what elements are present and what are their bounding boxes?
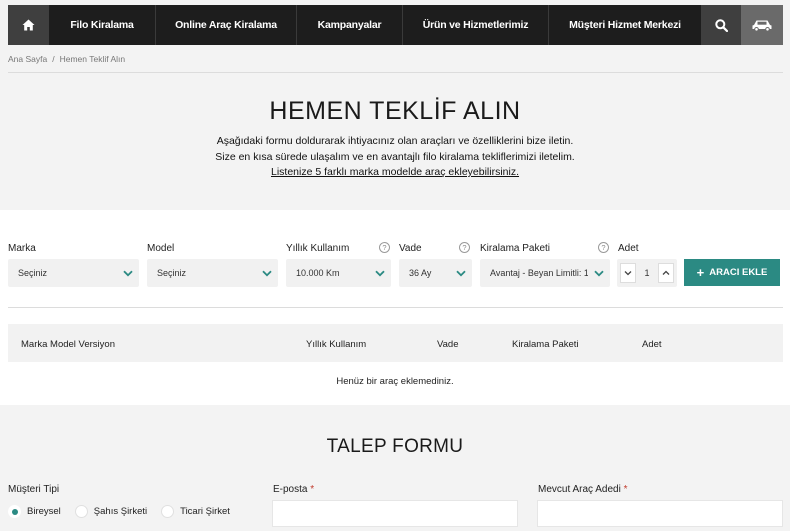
search-button[interactable]: [701, 5, 741, 45]
column-header-quantity: Adet: [642, 339, 662, 350]
usage-label: Yıllık Kullanım: [286, 243, 350, 254]
radio-bireysel[interactable]: Bireysel: [8, 505, 61, 518]
add-vehicle-button-label: ARACI EKLE: [709, 267, 768, 278]
brand-label: Marka: [8, 243, 36, 254]
breadcrumb-separator: /: [52, 54, 55, 64]
brand-select-value: Seçiniz: [18, 268, 48, 278]
empty-table-message: Henüz bir araç eklemediniz.: [336, 376, 454, 387]
nav-item-online-arac-kiralama[interactable]: Online Araç Kiralama: [156, 5, 297, 45]
breadcrumb: Ana Sayfa / Hemen Teklif Alın: [8, 54, 125, 64]
home-button[interactable]: [8, 5, 49, 45]
package-label: Kiralama Paketi: [480, 243, 551, 254]
chevron-down-icon: [624, 271, 632, 276]
search-icon: [714, 18, 728, 32]
nav-item-filo-kiralama[interactable]: Filo Kiralama: [49, 5, 156, 45]
page-description: Aşağıdaki formu doldurarak ihtiyacınız o…: [0, 134, 790, 181]
package-help-icon[interactable]: ?: [598, 242, 609, 253]
column-header-usage: Yıllık Kullanım: [306, 339, 367, 350]
usage-select[interactable]: 10.000 Km: [286, 259, 391, 287]
term-select-value: 36 Ay: [409, 268, 432, 278]
fleet-size-label: Mevcut Araç Adedi *: [538, 484, 628, 495]
car-button[interactable]: [741, 5, 783, 45]
quantity-label: Adet: [618, 243, 639, 254]
radio-ticari-sirket[interactable]: Ticari Şirket: [161, 505, 230, 518]
request-form-title: TALEP FORMU: [326, 436, 464, 457]
breadcrumb-home-link[interactable]: Ana Sayfa: [8, 54, 47, 64]
radio-indicator[interactable]: [161, 505, 175, 518]
car-icon: [752, 20, 772, 32]
email-label: E-posta *: [273, 484, 314, 495]
email-field[interactable]: [272, 500, 518, 527]
radio-label: Bireysel: [27, 506, 61, 517]
radio-label: Ticari Şirket: [180, 506, 230, 517]
nav-item-kampanyalar[interactable]: Kampanyalar: [297, 5, 403, 45]
package-select-value: Avantaj - Beyan Limitli: 1: [490, 268, 588, 278]
usage-select-value: 10.000 Km: [296, 268, 340, 278]
package-select[interactable]: Avantaj - Beyan Limitli: 1: [480, 259, 610, 287]
radio-indicator[interactable]: [8, 505, 21, 518]
email-label-text: E-posta: [273, 484, 308, 495]
term-label: Vade: [399, 243, 422, 254]
add-vehicle-button[interactable]: + ARACI EKLE: [684, 259, 780, 286]
model-select-value: Seçiniz: [157, 268, 187, 278]
divider: [8, 72, 783, 73]
breadcrumb-current: Hemen Teklif Alın: [59, 54, 126, 64]
column-header-term: Vade: [437, 339, 459, 350]
chevron-down-icon: [588, 259, 610, 287]
radio-label: Şahıs Şirketi: [93, 506, 148, 517]
radio-indicator[interactable]: [74, 505, 88, 518]
brand-select[interactable]: Seçiniz: [8, 259, 139, 287]
required-mark: *: [310, 484, 315, 495]
model-label: Model: [147, 243, 175, 254]
quantity-decrease-button[interactable]: [620, 263, 636, 283]
term-select[interactable]: 36 Ay: [399, 259, 472, 287]
fleet-size-field[interactable]: [537, 500, 783, 527]
customer-type-label: Müşteri Tipi: [8, 484, 60, 495]
radio-sahis-sirketi[interactable]: Şahıs Şirketi: [74, 505, 148, 518]
nav-item-urun-ve-hizmetlerimiz[interactable]: Ürün ve Hizmetlerimiz: [403, 5, 549, 45]
chevron-down-icon: [369, 259, 391, 287]
chevron-up-icon: [662, 270, 670, 275]
home-icon: [22, 19, 35, 31]
nav-item-musteri-hizmet-merkezi[interactable]: Müşteri Hizmet Merkezi: [549, 5, 701, 45]
description-line-1: Aşağıdaki formu doldurarak ihtiyacınız o…: [216, 135, 574, 147]
page-title: HEMEN TEKLİF ALIN: [269, 97, 521, 125]
usage-help-icon[interactable]: ?: [379, 242, 390, 253]
plus-icon: +: [696, 265, 705, 280]
description-link[interactable]: Listenize 5 farklı marka modelde araç ek…: [0, 165, 790, 181]
quantity-value: 1: [644, 268, 650, 278]
description-line-2: Size en kısa sürede ulaşalım ve en avant…: [215, 150, 575, 163]
divider: [8, 307, 783, 308]
quantity-stepper[interactable]: 1: [617, 259, 677, 287]
column-header-package: Kiralama Paketi: [512, 339, 579, 350]
chevron-down-icon: [256, 259, 278, 287]
model-select[interactable]: Seçiniz: [147, 259, 278, 287]
main-nav: Filo Kiralama Online Araç Kiralama Kampa…: [8, 5, 783, 45]
chevron-down-icon: [117, 259, 139, 287]
vehicle-table-header: [8, 324, 783, 362]
term-help-icon[interactable]: ?: [459, 242, 470, 253]
required-mark: *: [623, 484, 628, 495]
chevron-down-icon: [450, 259, 472, 287]
customer-type-radio-group: Bireysel Şahıs Şirketi Ticari Şirket: [8, 505, 244, 518]
column-header-vehicle: Marka Model Versiyon: [21, 339, 115, 350]
fleet-size-label-text: Mevcut Araç Adedi: [538, 484, 621, 495]
quantity-increase-button[interactable]: [658, 263, 674, 283]
